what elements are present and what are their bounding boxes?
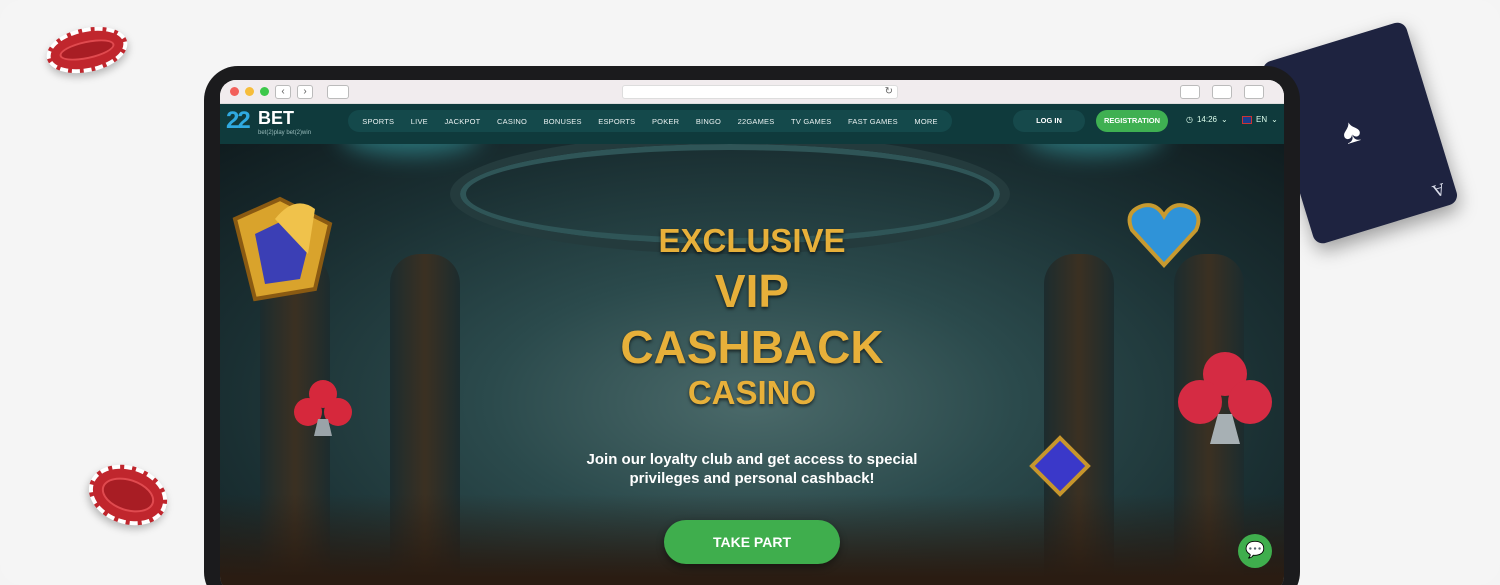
ceiling-light bbox=[1024, 144, 1164, 154]
forward-icon[interactable]: › bbox=[297, 84, 313, 99]
laptop-frame: ‹ › ↻ 22 BET bet(2)play bet(2)win SPORTS… bbox=[204, 66, 1300, 585]
language-code: EN bbox=[1256, 115, 1268, 124]
hero-title-exclusive: EXCLUSIVE bbox=[658, 222, 846, 259]
menu-item-22games[interactable]: 22GAMES bbox=[738, 117, 775, 126]
menu-item-jackpot[interactable]: JACKPOT bbox=[444, 117, 480, 126]
hero-title-vip: VIP bbox=[714, 265, 790, 317]
share-icon[interactable] bbox=[1180, 85, 1200, 99]
hero-subtitle-line: Join our loyalty club and get access to … bbox=[586, 451, 918, 468]
tabs-icon[interactable] bbox=[1212, 85, 1232, 99]
chevron-down-icon: ⌄ bbox=[1271, 115, 1278, 124]
hero-title-casino: CASINO bbox=[687, 374, 817, 411]
language-selector[interactable]: EN ⌄ bbox=[1242, 115, 1278, 124]
close-window-dot[interactable] bbox=[230, 87, 239, 96]
logo-tagline: bet(2)play bet(2)win bbox=[258, 130, 312, 136]
site-logo[interactable]: 22 BET bet(2)play bet(2)win bbox=[226, 107, 336, 141]
login-button[interactable]: LOG IN bbox=[1013, 110, 1085, 132]
clock-icon: ◷ bbox=[1186, 115, 1193, 124]
poker-chip-icon bbox=[80, 455, 176, 535]
browser-toolbar: ‹ › ↻ bbox=[220, 80, 1284, 104]
menu-item-tv-games[interactable]: TV GAMES bbox=[791, 117, 831, 126]
clock-time: 14:26 bbox=[1196, 115, 1218, 124]
menu-item-live[interactable]: LIVE bbox=[411, 117, 428, 126]
address-bar[interactable]: ↻ bbox=[622, 85, 898, 99]
menu-item-bonuses[interactable]: BONUSES bbox=[544, 117, 582, 126]
registration-button[interactable]: REGISTRATION bbox=[1096, 110, 1168, 132]
menu-item-poker[interactable]: POKER bbox=[652, 117, 679, 126]
menu-item-esports[interactable]: ESPORTS bbox=[598, 117, 635, 126]
reload-icon[interactable]: ↻ bbox=[885, 86, 893, 97]
menu-item-casino[interactable]: CASINO bbox=[497, 117, 527, 126]
chevron-down-icon: ⌄ bbox=[1221, 115, 1228, 124]
flag-icon bbox=[1242, 115, 1252, 124]
ceiling-light bbox=[340, 144, 480, 154]
page-background: A ♠ A ‹ › ↻ bbox=[0, 0, 1500, 585]
download-icon[interactable] bbox=[1244, 85, 1264, 99]
sidebar-icon[interactable] bbox=[327, 84, 349, 99]
menu-item-sports[interactable]: SPORTS bbox=[362, 117, 394, 126]
chat-icon[interactable]: 💬 bbox=[1238, 534, 1272, 568]
back-icon[interactable]: ‹ bbox=[275, 84, 291, 99]
poker-chip-icon bbox=[42, 19, 132, 81]
main-menu: SPORTS LIVE JACKPOT CASINO BONUSES ESPOR… bbox=[348, 110, 952, 132]
hero-subtitle: Join our loyalty club and get access to … bbox=[220, 450, 1284, 488]
menu-item-bingo[interactable]: BINGO bbox=[696, 117, 721, 126]
hero-title-cashback: CASHBACK bbox=[620, 321, 884, 373]
logo-name: BET bbox=[258, 108, 294, 128]
menu-item-more[interactable]: MORE bbox=[914, 117, 937, 126]
site-header: 22 BET bet(2)play bet(2)win SPORTS LIVE … bbox=[220, 104, 1284, 144]
logo-mark: 22 bbox=[226, 107, 251, 134]
hero-subtitle-line: privileges and personal cashback! bbox=[629, 470, 875, 487]
clock-display[interactable]: ◷ 14:26 ⌄ bbox=[1186, 115, 1228, 124]
browser-window: ‹ › ↻ 22 BET bet(2)play bet(2)win SPORTS… bbox=[220, 80, 1284, 585]
promo-banner: EXCLUSIVE VIP CASHBACK CASINO Join our l… bbox=[220, 144, 1284, 585]
minimize-window-dot[interactable] bbox=[245, 87, 254, 96]
take-part-button[interactable]: TAKE PART bbox=[664, 520, 840, 564]
maximize-window-dot[interactable] bbox=[260, 87, 269, 96]
menu-item-fast-games[interactable]: FAST GAMES bbox=[848, 117, 898, 126]
